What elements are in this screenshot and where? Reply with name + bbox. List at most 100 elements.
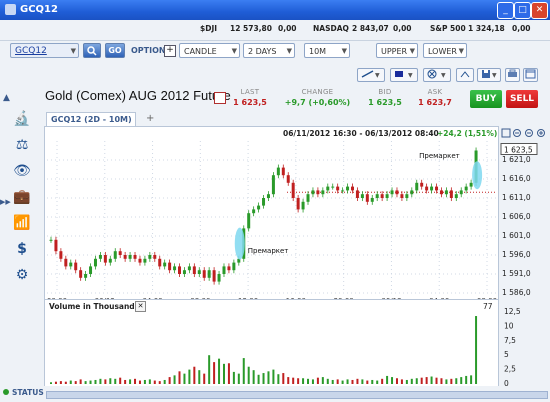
save-button[interactable]: ▼ [477, 68, 501, 82]
delete-drawing-button[interactable]: ▼ [423, 68, 451, 82]
range-select[interactable]: 2 DAYS ▼ [243, 43, 295, 58]
symbol-input[interactable]: GCQ12 ▼ [10, 43, 79, 58]
window-title: GCQ12 [20, 4, 58, 15]
maximize-button[interactable]: □ [514, 2, 531, 19]
volume-bar [50, 382, 52, 384]
premarket-highlight [234, 227, 245, 260]
candle-body [316, 190, 320, 195]
candle-body [365, 194, 369, 202]
sidebar-gear-icon[interactable]: ⚙ [12, 266, 32, 284]
change-value: +9,7 (+0,60%) [284, 98, 351, 107]
candle-body [128, 255, 132, 259]
price-chart-panel[interactable]: 06/11/2012 16:30 - 06/13/2012 08:40 +24,… [44, 126, 499, 306]
candle-body [266, 194, 270, 198]
volume-bar [425, 377, 428, 384]
trendline-icon: ▼ [361, 70, 380, 79]
sidebar-scale-icon[interactable]: ⚖ [12, 136, 32, 154]
candle-body [74, 262, 78, 271]
lower-indicator-select[interactable]: LOWER ▼ [423, 43, 467, 58]
candle-body [143, 258, 147, 263]
volume-bar [114, 378, 117, 384]
volume-bar [178, 371, 181, 384]
window-layout-icon [525, 69, 536, 79]
volume-bar [346, 379, 349, 384]
color-tool-button[interactable]: ▼ [390, 68, 418, 82]
volume-bar [262, 373, 265, 384]
main-content: $DJI 12 573,80 0,00 NASDAQ 2 843,07 0,00… [0, 20, 550, 402]
add-tab-button[interactable]: + [146, 113, 154, 124]
candle-body [79, 270, 83, 278]
candle-body [222, 266, 226, 274]
volume-bar [415, 378, 418, 384]
volume-bar [292, 377, 295, 384]
last-quote: LAST 1 623,5 [230, 88, 270, 107]
close-button[interactable]: ✕ [531, 2, 548, 19]
candle-body [444, 190, 448, 195]
print-icon [508, 69, 517, 77]
change-label: CHANGE [301, 88, 334, 96]
volume-tick-label: 10 [504, 321, 514, 330]
tab-chart[interactable]: GCQ12 (2D - 10M) [46, 112, 136, 126]
volume-bar [307, 378, 310, 384]
line-tool-button[interactable]: ▼ [357, 68, 385, 82]
price-axis: 1 621,0 1 616,0 1 611,0 1 606,0 1 601,0 1 596… [500, 143, 538, 297]
volume-bar [277, 374, 280, 384]
volume-bar [430, 376, 433, 384]
sidebar-briefcase-icon[interactable]: 💼 [12, 188, 32, 206]
layout-button[interactable] [523, 68, 538, 82]
status-label[interactable]: STATUS [12, 388, 44, 397]
candle-body [108, 258, 112, 263]
candle-body [276, 167, 280, 176]
minimize-button[interactable]: _ [497, 2, 514, 19]
lower-value: LOWER [428, 47, 457, 56]
sidebar-dollar-icon[interactable]: $ [12, 240, 32, 258]
sell-button[interactable]: SELL [506, 90, 538, 108]
sidebar-bar-chart-icon[interactable]: 📶 [12, 214, 32, 232]
change-quote: CHANGE +9,7 (+0,60%) [280, 88, 355, 107]
volume-bar [311, 379, 314, 384]
volume-bar [89, 380, 92, 384]
premarket-label: Премаркет [419, 152, 460, 160]
volume-bar [341, 380, 344, 384]
interval-select[interactable]: 10M ▼ [304, 43, 350, 58]
volume-bar [356, 378, 359, 384]
sidebar-toggle-icon[interactable]: ▶▶ [0, 198, 11, 206]
candle-body [355, 190, 359, 198]
volume-bar [386, 375, 389, 384]
volume-bar [391, 377, 394, 384]
option-add-button[interactable]: + [164, 45, 176, 57]
upper-indicator-select[interactable]: UPPER ▼ [376, 43, 418, 58]
volume-bar [237, 373, 240, 384]
volume-bar [252, 370, 255, 384]
option-label: OPTION [131, 46, 166, 55]
volume-bar [124, 379, 127, 384]
candle-body [326, 186, 330, 191]
candle-body [217, 274, 221, 282]
candle-body [439, 190, 443, 195]
print-button[interactable] [505, 68, 520, 82]
ticker-nasdaq-value: 2 843,07 [352, 24, 389, 33]
sidebar-eye-icon[interactable]: 👁 [12, 162, 32, 180]
ask-label: ASK [427, 88, 443, 96]
candle-body [123, 255, 127, 259]
chart-type-select[interactable]: CANDLE ▼ [179, 43, 240, 58]
upper-dropdown-icon: ▼ [409, 47, 415, 55]
candle-body [192, 266, 196, 274]
symbol-dropdown-icon[interactable]: ▼ [71, 44, 76, 59]
go-button[interactable]: GO [105, 43, 125, 58]
volume-bar [351, 379, 354, 384]
ticker-nasdaq-change: 0,00 [393, 24, 412, 33]
instrument-info-icon[interactable] [214, 92, 226, 104]
y-tick-label: 1 601,0 [502, 231, 531, 240]
horizontal-scrollbar[interactable] [46, 391, 548, 399]
collapse-up-icon[interactable]: ▲ [3, 93, 10, 103]
search-button[interactable] [83, 43, 101, 58]
status-indicator-icon [3, 389, 9, 395]
volume-bar [336, 379, 339, 384]
current-price-label: 1 623,5 [504, 146, 533, 155]
sidebar-microscope-icon[interactable]: 🔬 [12, 110, 32, 128]
cursor-tool-button[interactable] [456, 68, 474, 82]
ticker-divider [0, 40, 550, 41]
y-tick-label: 1 591,0 [502, 269, 531, 278]
buy-button[interactable]: BUY [470, 90, 502, 108]
